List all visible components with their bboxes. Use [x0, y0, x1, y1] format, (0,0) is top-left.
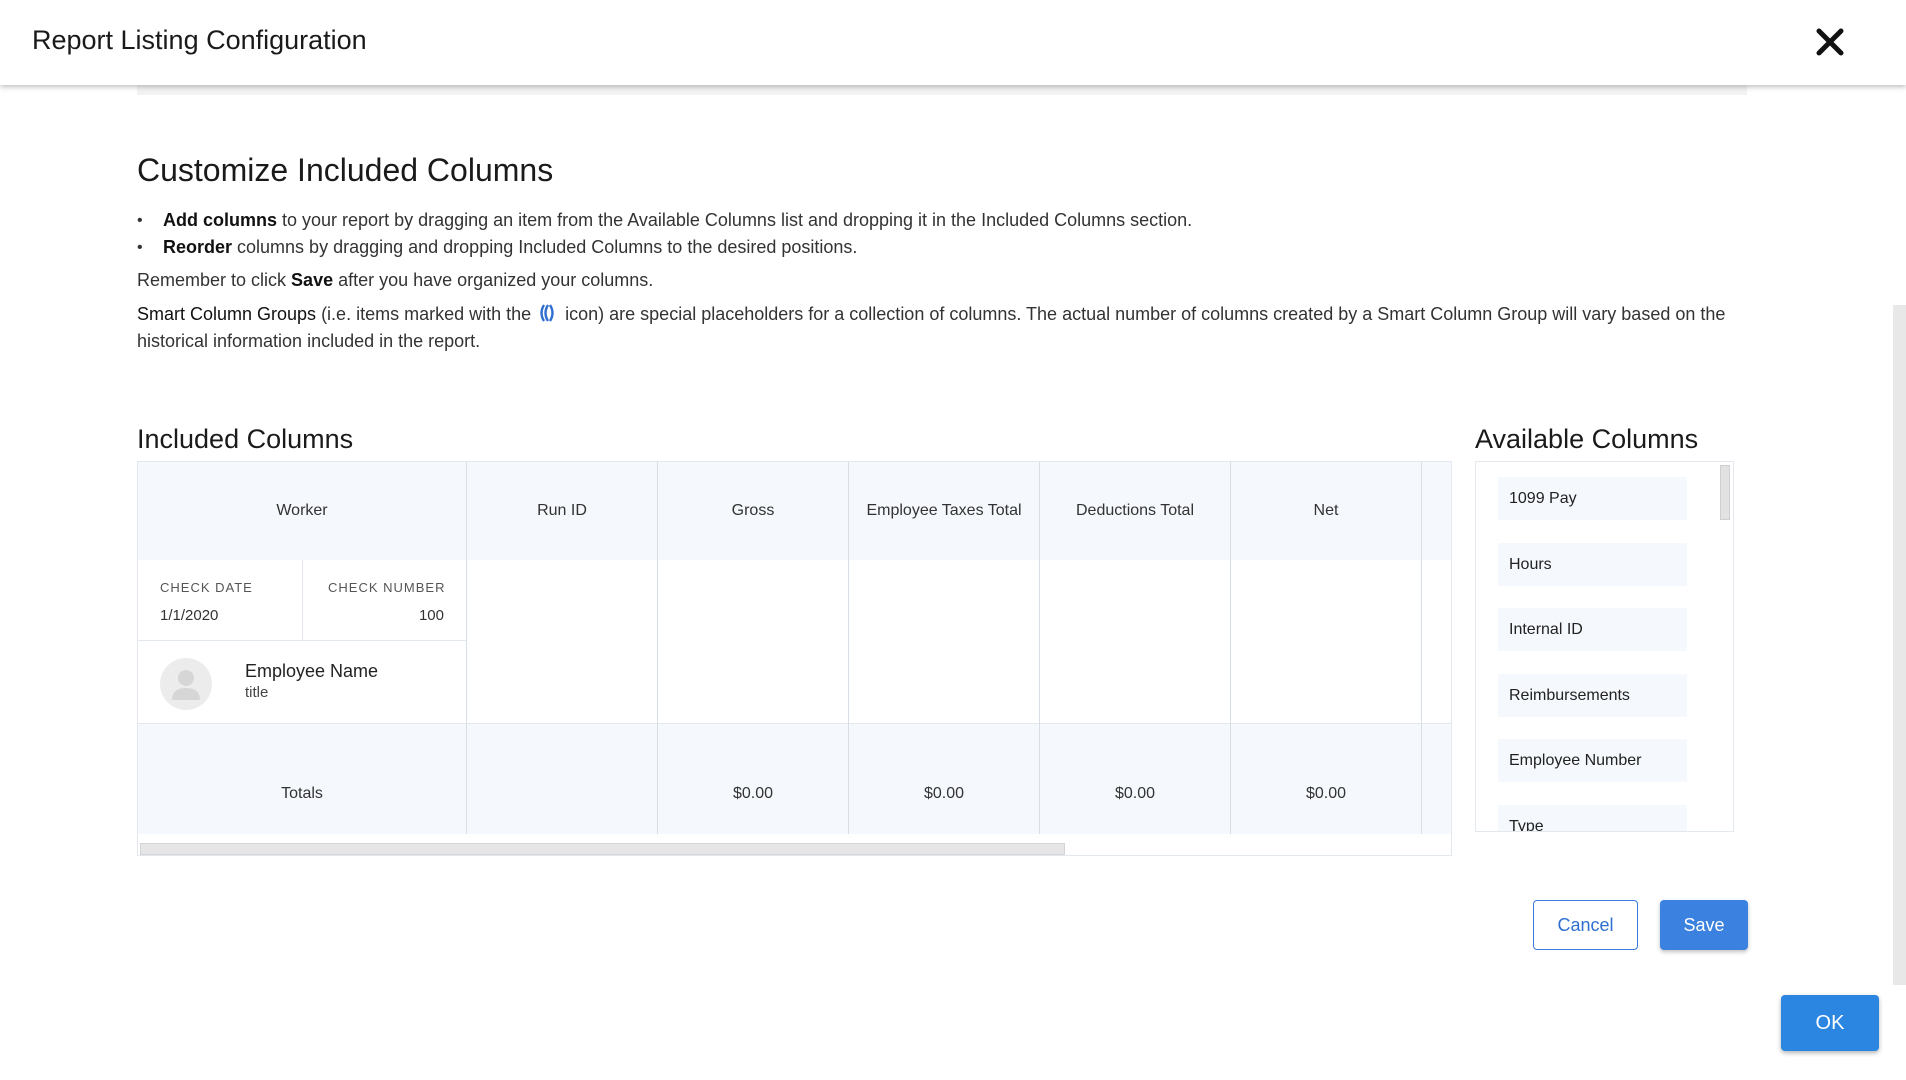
card-divider: [138, 640, 466, 641]
modal-header: Report Listing Configuration: [0, 0, 1906, 85]
instruction-add: Add columns to your report by dragging a…: [137, 207, 1737, 234]
remember-after: after you have organized your columns.: [333, 270, 654, 290]
employee-name: Employee Name: [245, 661, 379, 681]
included-column-employee-taxes-total[interactable]: Employee Taxes Total $0.00: [849, 462, 1040, 834]
available-item[interactable]: Reimbursements: [1498, 674, 1687, 717]
check-date-value: 1/1/2020: [160, 607, 219, 624]
instruction-reorder-bold: Reorder: [163, 237, 233, 257]
column-header: [1422, 462, 1451, 560]
close-button[interactable]: [1810, 22, 1850, 62]
ok-button[interactable]: OK: [1781, 995, 1879, 1051]
included-column-gross[interactable]: Gross $0.00: [658, 462, 849, 834]
modal-title: Report Listing Configuration: [32, 25, 367, 55]
avatar: [160, 658, 212, 710]
available-item[interactable]: Hours: [1498, 543, 1687, 586]
check-number-value: 100: [418, 607, 444, 624]
column-header: Employee Taxes Total: [849, 462, 1039, 560]
included-column-deductions-total[interactable]: Deductions Total $0.00: [1040, 462, 1231, 834]
column-total: $0.00: [1040, 723, 1230, 834]
available-columns-panel: 1099 Pay Hours Internal ID Reimbursement…: [1475, 461, 1734, 832]
employee-title: title: [245, 684, 269, 701]
column-body: [467, 560, 657, 723]
included-columns-panel: Worker CHECK DATE 1/1/2020 CHECK NUMBER …: [137, 461, 1452, 856]
smart-groups-bold: Smart Column Groups: [137, 304, 317, 324]
smart-groups-text: Smart Column Groups (i.e. items marked w…: [137, 301, 1737, 355]
remember-before: Remember to click: [137, 270, 292, 290]
column-total: $0.00: [849, 723, 1039, 834]
column-body: [1422, 560, 1451, 723]
available-item[interactable]: Employee Number: [1498, 739, 1687, 782]
instruction-add-bold: Add columns: [163, 210, 278, 230]
column-total: [467, 723, 657, 834]
check-date-label: CHECK DATE: [160, 580, 253, 595]
remember-bold: Save: [291, 270, 334, 290]
instructions-list: Add columns to your report by dragging a…: [137, 207, 1737, 261]
included-column-worker[interactable]: Worker CHECK DATE 1/1/2020 CHECK NUMBER …: [138, 462, 467, 834]
section-title: Customize Included Columns: [137, 152, 554, 188]
check-number-label: CHECK NUMBER: [328, 580, 446, 595]
worker-card: CHECK DATE 1/1/2020 CHECK NUMBER 100 Emp…: [138, 560, 466, 723]
cancel-button[interactable]: Cancel: [1533, 900, 1638, 950]
smart-before-icon: (i.e. items marked with the: [316, 304, 537, 324]
column-header: Run ID: [467, 462, 657, 560]
person-icon: [172, 670, 200, 700]
instruction-add-text: to your report by dragging an item from …: [277, 210, 1193, 230]
included-column-net[interactable]: Net $0.00: [1231, 462, 1422, 834]
column-total: $0.00: [658, 723, 848, 834]
column-header: Deductions Total: [1040, 462, 1230, 560]
smart-column-group-icon: [540, 304, 554, 322]
available-scrollbar[interactable]: [1720, 465, 1730, 520]
column-total: Totals: [138, 723, 466, 834]
column-header: Gross: [658, 462, 848, 560]
page-scrollbar[interactable]: [1893, 305, 1906, 985]
included-column-partial[interactable]: [1422, 462, 1451, 834]
column-header: Worker: [138, 462, 466, 560]
column-total: [1422, 723, 1451, 834]
column-body: [849, 560, 1039, 723]
column-header: Net: [1231, 462, 1421, 560]
horizontal-scrollbar[interactable]: [140, 843, 1065, 855]
available-item[interactable]: 1099 Pay: [1498, 477, 1687, 520]
save-button[interactable]: Save: [1660, 900, 1748, 950]
available-item[interactable]: Type: [1498, 805, 1687, 831]
top-strip: [137, 85, 1747, 95]
available-item[interactable]: Internal ID: [1498, 608, 1687, 651]
instruction-reorder-text: columns by dragging and dropping Include…: [232, 237, 858, 257]
included-columns-title: Included Columns: [137, 424, 354, 454]
available-columns-title: Available Columns: [1475, 424, 1699, 454]
column-body: [1231, 560, 1421, 723]
included-column-run-id[interactable]: Run ID: [467, 462, 658, 834]
column-body: [1040, 560, 1230, 723]
remember-text: Remember to click Save after you have or…: [137, 267, 1737, 294]
close-icon: [1816, 28, 1844, 56]
column-total: $0.00: [1231, 723, 1421, 834]
column-body: [658, 560, 848, 723]
instruction-reorder: Reorder columns by dragging and dropping…: [137, 234, 1737, 261]
card-divider: [302, 560, 303, 640]
